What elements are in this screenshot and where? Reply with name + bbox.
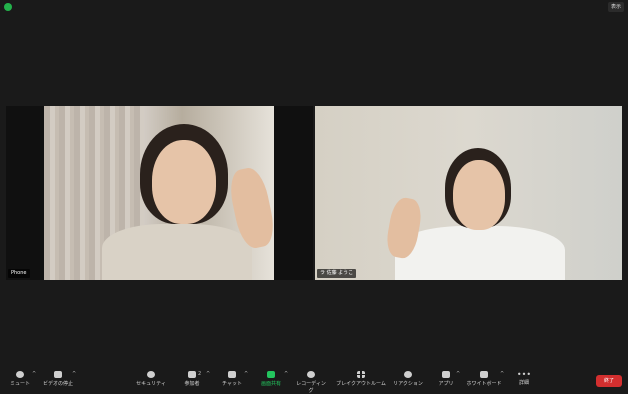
chat-button[interactable]: チャット xyxy=(220,370,244,390)
participants-options-caret-icon[interactable]: ^ xyxy=(206,371,210,377)
video-camera-icon xyxy=(54,371,62,378)
end-meeting-button[interactable]: 終了 xyxy=(596,375,622,387)
participant-name-tag: Phone xyxy=(8,269,30,278)
microphone-icon xyxy=(16,371,24,378)
mute-button[interactable]: ミュート xyxy=(6,370,34,390)
record-label: レコーディング xyxy=(296,381,326,394)
participants-icon xyxy=(188,371,196,378)
whiteboard-label: ホワイトボード xyxy=(466,381,502,387)
apps-icon xyxy=(442,371,450,378)
security-shield-icon[interactable] xyxy=(4,3,12,11)
whiteboard-icon xyxy=(480,371,488,378)
participants-count: 2 xyxy=(198,371,202,377)
top-bar: 表示 xyxy=(0,0,628,14)
participant-name: ラ 佐藤 ようこ xyxy=(320,270,354,276)
record-icon xyxy=(307,371,315,378)
video-tile-phone[interactable]: Phone xyxy=(6,106,313,280)
participants-label: 参加者 xyxy=(184,381,200,387)
hoodie xyxy=(102,224,252,280)
mute-label: ミュート xyxy=(9,381,30,387)
share-options-caret-icon[interactable]: ^ xyxy=(284,371,288,377)
reactions-button[interactable]: リアクション xyxy=(392,370,424,390)
more-button[interactable]: ••• 詳細 xyxy=(514,370,534,390)
participant-video xyxy=(315,106,622,280)
breakout-rooms-icon xyxy=(357,371,365,378)
record-button[interactable]: レコーディング xyxy=(294,370,328,394)
mute-options-caret-icon[interactable]: ^ xyxy=(32,371,36,377)
apps-button[interactable]: アプリ xyxy=(436,370,456,390)
view-button-label: 表示 xyxy=(610,4,621,10)
participant-name-tag: ラ 佐藤 ようこ xyxy=(317,269,357,278)
white-shirt xyxy=(395,226,565,280)
breakout-rooms-label: ブレイクアウトルーム xyxy=(336,381,386,387)
video-button[interactable]: ビデオの停止 xyxy=(42,370,74,390)
share-screen-icon xyxy=(267,371,275,378)
whiteboard-button[interactable]: ホワイトボード xyxy=(466,370,502,390)
participant-name: Phone xyxy=(11,270,27,276)
participant-video xyxy=(44,106,278,280)
reactions-label: リアクション xyxy=(393,381,423,387)
chat-label: チャット xyxy=(222,381,242,387)
share-screen-label: 画面共有 xyxy=(260,381,281,387)
more-label: 詳細 xyxy=(518,380,529,386)
chat-bubble-icon xyxy=(228,371,236,378)
more-dots-icon: ••• xyxy=(516,370,532,379)
video-options-caret-icon[interactable]: ^ xyxy=(72,371,76,377)
face xyxy=(453,160,505,230)
reactions-icon xyxy=(404,371,412,378)
view-button[interactable]: 表示 xyxy=(607,2,624,12)
end-meeting-label: 終了 xyxy=(603,378,614,384)
face xyxy=(152,140,216,224)
breakout-rooms-button[interactable]: ブレイクアウトルーム xyxy=(336,370,386,390)
shield-icon xyxy=(147,371,155,378)
apps-options-caret-icon[interactable]: ^ xyxy=(456,371,460,377)
security-label: セキュリティ xyxy=(136,381,166,387)
video-label: ビデオの停止 xyxy=(42,381,73,387)
chat-options-caret-icon[interactable]: ^ xyxy=(244,371,248,377)
apps-label: アプリ xyxy=(438,381,454,387)
meeting-toolbar: ミュート ^ ビデオの停止 ^ セキュリティ 参加者 2 ^ チャット ^ 画面… xyxy=(0,368,628,394)
security-button[interactable]: セキュリティ xyxy=(134,370,168,390)
share-screen-button[interactable]: 画面共有 xyxy=(258,370,284,390)
whiteboard-options-caret-icon[interactable]: ^ xyxy=(500,371,504,377)
video-tile-user[interactable]: ラ 佐藤 ようこ xyxy=(315,106,622,280)
